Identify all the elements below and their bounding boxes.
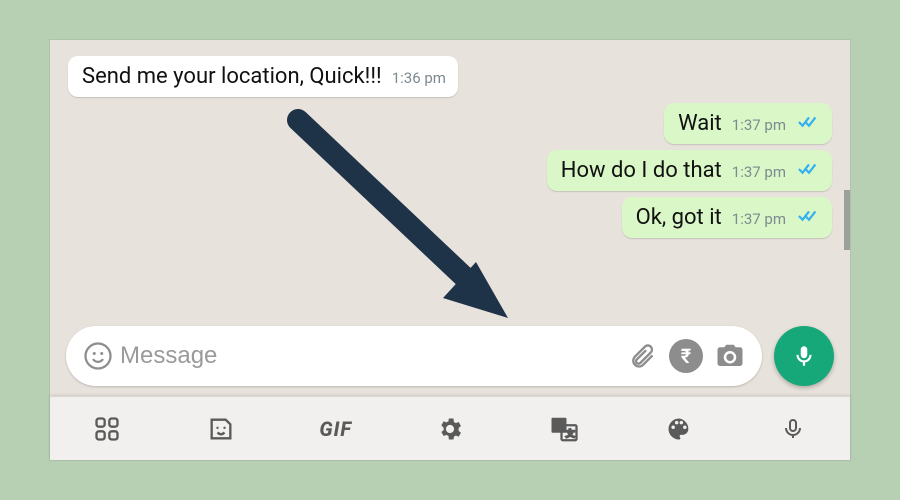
emoji-icon[interactable] [76,341,120,371]
message-input-container: ₹ [66,326,762,386]
translate-icon[interactable]: G文 [544,411,584,447]
read-receipt-icon [798,208,820,224]
message-bubble[interactable]: How do I do that 1:37 pm [547,150,832,191]
composer-row: ₹ [66,326,834,386]
message-outgoing: Ok, got it 1:37 pm [68,197,832,238]
chat-screenshot: Send me your location, Quick!!! 1:36 pm … [50,40,850,460]
message-text: Wait [678,111,722,136]
message-bubble[interactable]: Send me your location, Quick!!! 1:36 pm [68,56,458,97]
keyboard-toolbar: GIF G文 [50,396,850,460]
attach-icon[interactable] [620,342,664,370]
message-outgoing: How do I do that 1:37 pm [68,150,832,191]
read-receipt-icon [798,161,820,177]
message-time: 1:37 pm [732,116,786,134]
message-bubble[interactable]: Ok, got it 1:37 pm [622,197,832,238]
message-bubble[interactable]: Wait 1:37 pm [664,103,832,144]
theme-icon[interactable] [659,411,699,447]
message-incoming: Send me your location, Quick!!! 1:36 pm [68,56,832,97]
message-text: Send me your location, Quick!!! [82,64,382,89]
message-time: 1:37 pm [732,210,786,228]
scrollbar-thumb[interactable] [844,190,850,250]
message-input[interactable] [120,342,620,370]
svg-text:文: 文 [566,427,575,438]
payment-icon[interactable]: ₹ [664,339,708,373]
keyboard-mic-icon[interactable] [773,411,813,447]
message-time: 1:37 pm [732,163,786,181]
voice-record-button[interactable] [774,326,834,386]
read-receipt-icon [798,114,820,130]
gif-icon[interactable]: GIF [316,411,356,447]
message-time: 1:36 pm [392,69,446,87]
message-text: How do I do that [561,158,722,183]
sticker-icon[interactable] [201,411,241,447]
chat-scroll-area[interactable]: Send me your location, Quick!!! 1:36 pm … [50,40,850,320]
camera-icon[interactable] [708,341,752,371]
message-text: Ok, got it [636,205,722,230]
keyboard-apps-icon[interactable] [87,411,127,447]
svg-text:G: G [556,421,564,432]
settings-icon[interactable] [430,411,470,447]
message-outgoing: Wait 1:37 pm [68,103,832,144]
